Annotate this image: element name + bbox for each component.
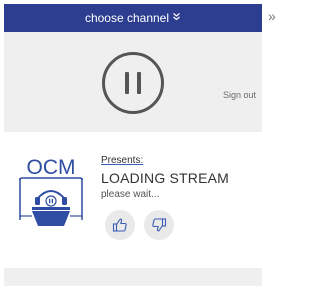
double-chevron-right-icon: » (268, 8, 276, 24)
thumbs-up-button[interactable] (105, 210, 135, 240)
pause-icon (125, 72, 129, 94)
stream-subtitle: please wait... (101, 189, 160, 200)
thumbs-down-icon (152, 218, 167, 232)
thumbs-up-icon (112, 218, 127, 232)
pause-button[interactable] (102, 52, 164, 114)
expand-panel-button[interactable]: » (268, 8, 276, 24)
player-area (4, 32, 262, 132)
choose-channel-label: choose channel (84, 11, 170, 25)
pause-icon (137, 72, 141, 94)
logo-text: OCM (27, 156, 76, 179)
player-panel: choose channel Sign out OCM Presents: LO… (4, 4, 262, 286)
footer-strip (4, 268, 262, 286)
choose-channel-dropdown[interactable]: choose channel (4, 4, 262, 32)
sign-out-link[interactable]: Sign out (223, 90, 256, 100)
stream-title: LOADING STREAM (101, 170, 230, 186)
double-chevron-down-icon (172, 12, 181, 24)
ocm-logo: OCM (19, 156, 83, 226)
stream-info: OCM Presents: LOADING STREAM please wait… (4, 132, 262, 268)
thumbs-down-button[interactable] (144, 210, 174, 240)
presents-label: Presents: (101, 155, 144, 166)
